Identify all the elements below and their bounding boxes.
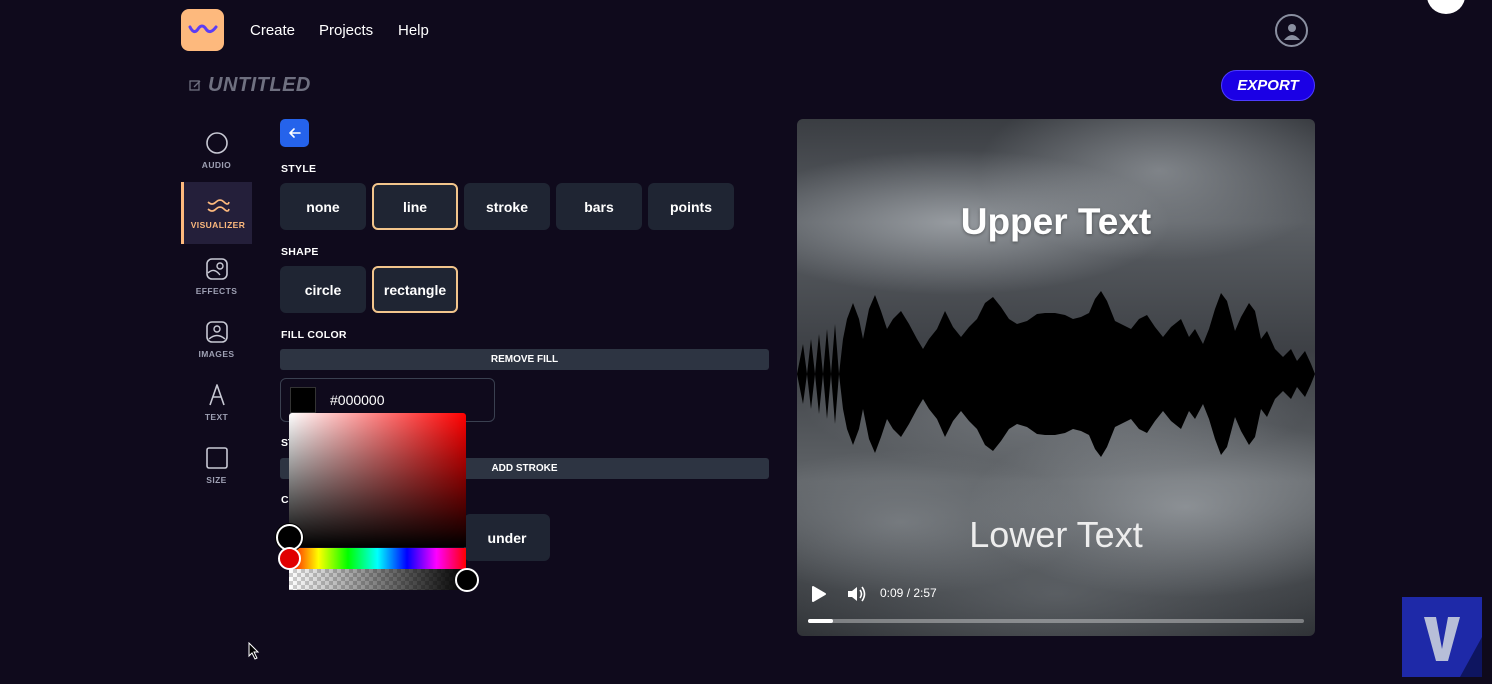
sidebar-item-text[interactable]: TEXT bbox=[181, 371, 252, 433]
fill-color-swatch[interactable] bbox=[290, 387, 316, 413]
color-picker[interactable] bbox=[276, 413, 479, 592]
mouse-cursor-icon bbox=[248, 642, 260, 660]
progress-fill bbox=[808, 619, 833, 623]
fill-color-label: FILL COLOR bbox=[281, 329, 347, 341]
effects-icon bbox=[205, 257, 228, 280]
style-points-button[interactable]: points bbox=[648, 183, 734, 230]
saturation-area[interactable] bbox=[289, 413, 466, 547]
video-controls: 0:09 / 2:57 bbox=[797, 579, 1315, 636]
style-label: STYLE bbox=[281, 163, 317, 175]
fill-color-value[interactable]: #000000 bbox=[330, 392, 385, 408]
project-title-row[interactable]: UNTITLED bbox=[189, 74, 311, 97]
alpha-slider[interactable] bbox=[289, 569, 466, 590]
circle-icon bbox=[205, 131, 228, 154]
progress-bar[interactable] bbox=[808, 619, 1304, 623]
edit-icon[interactable] bbox=[189, 79, 202, 92]
upper-text: Upper Text bbox=[960, 201, 1152, 242]
wave-logo-icon bbox=[188, 24, 217, 34]
style-bars-button[interactable]: bars bbox=[556, 183, 642, 230]
remove-fill-button[interactable]: REMOVE FILL bbox=[280, 349, 769, 370]
wave-icon bbox=[207, 198, 230, 212]
sidebar-item-audio[interactable]: AUDIO bbox=[181, 119, 252, 181]
sidebar-item-label: EFFECTS bbox=[195, 285, 238, 296]
sidebar-item-label: IMAGES bbox=[198, 348, 235, 359]
sidebar-item-images[interactable]: IMAGES bbox=[181, 308, 252, 370]
sidebar-item-size[interactable]: SIZE bbox=[181, 434, 252, 496]
nav-create[interactable]: Create bbox=[250, 22, 295, 39]
watermark-logo bbox=[1402, 597, 1482, 677]
nav-projects[interactable]: Projects bbox=[319, 22, 373, 39]
user-avatar[interactable] bbox=[1275, 14, 1308, 47]
corner-badge bbox=[1427, 0, 1465, 14]
volume-icon[interactable] bbox=[846, 585, 866, 603]
hue-handle[interactable] bbox=[278, 547, 301, 570]
shape-label: SHAPE bbox=[281, 246, 319, 258]
alpha-handle[interactable] bbox=[455, 568, 479, 592]
sidebar-item-visualizer[interactable]: VISUALIZER bbox=[181, 182, 252, 244]
composite-label: C bbox=[281, 494, 289, 506]
shape-rectangle-button[interactable]: rectangle bbox=[372, 266, 458, 313]
lower-text: Lower Text bbox=[969, 514, 1143, 555]
export-button[interactable]: EXPORT bbox=[1221, 70, 1315, 101]
sidebar-item-effects[interactable]: EFFECTS bbox=[181, 245, 252, 307]
user-icon bbox=[1283, 23, 1300, 40]
play-icon[interactable] bbox=[811, 585, 827, 603]
style-line-button[interactable]: line bbox=[372, 183, 458, 230]
arrow-left-icon bbox=[288, 128, 301, 138]
sidebar-item-label: AUDIO bbox=[201, 159, 232, 170]
nav-help[interactable]: Help bbox=[398, 22, 429, 39]
project-title: UNTITLED bbox=[208, 74, 311, 96]
sidebar-item-label: TEXT bbox=[204, 411, 229, 422]
square-icon bbox=[205, 446, 228, 469]
app-logo[interactable] bbox=[181, 9, 224, 51]
style-stroke-button[interactable]: stroke bbox=[464, 183, 550, 230]
image-icon bbox=[205, 320, 228, 343]
hue-slider[interactable] bbox=[289, 548, 466, 569]
text-a-icon bbox=[208, 383, 225, 405]
shape-circle-button[interactable]: circle bbox=[280, 266, 366, 313]
under-button[interactable]: under bbox=[464, 514, 550, 561]
playback-time: 0:09 / 2:57 bbox=[880, 586, 937, 600]
video-preview[interactable]: Upper Text Lower Text 0:09 / 2:57 bbox=[797, 119, 1315, 636]
back-button[interactable] bbox=[280, 119, 309, 147]
sidebar-item-label: VISUALIZER bbox=[190, 219, 246, 230]
sidebar-item-label: SIZE bbox=[206, 474, 227, 485]
waveform-visualizer bbox=[797, 291, 1315, 457]
v-logo-icon bbox=[1424, 617, 1482, 677]
style-none-button[interactable]: none bbox=[280, 183, 366, 230]
